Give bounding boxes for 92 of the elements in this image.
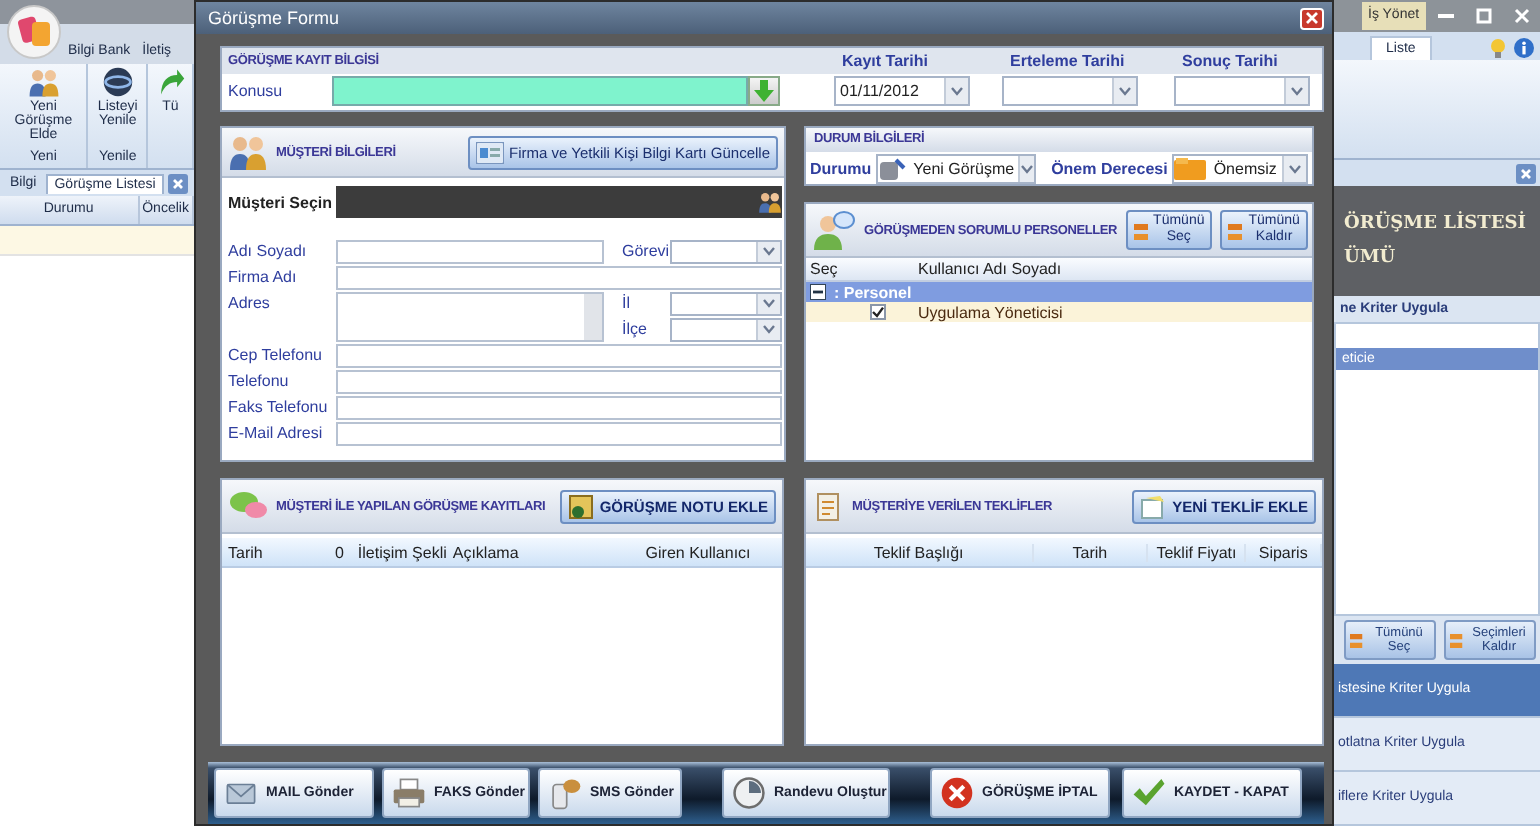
app-logo[interactable] <box>6 4 62 60</box>
field-label: Adres <box>228 292 272 312</box>
field-label: Müşteri Seçin <box>228 193 335 211</box>
note-icon <box>567 493 594 519</box>
dropdown-field[interactable]: Yeni Görüşme <box>875 154 1036 184</box>
caret-icon <box>1020 164 1035 174</box>
printer-icon <box>392 776 426 810</box>
date-field[interactable] <box>1174 76 1310 106</box>
clock-icon <box>732 776 766 810</box>
field-label: Durumu <box>810 160 872 178</box>
column-header[interactable]: İletişim Şekli <box>351 543 447 561</box>
table-cell: Uygulama Yöneticisi <box>918 303 1063 321</box>
column-header[interactable]: Seç <box>806 260 914 278</box>
column-header[interactable]: Tarih <box>222 543 318 561</box>
column-header[interactable]: Kullanıcı Adı Soyadı <box>914 260 1298 278</box>
people-icon <box>27 66 60 98</box>
person-icon <box>812 210 856 250</box>
checklist-icon <box>1133 221 1148 239</box>
chat-bubbles-icon <box>228 490 268 522</box>
field-label: Görevi <box>622 242 670 260</box>
people-icon <box>228 132 268 172</box>
collapse-icon[interactable] <box>810 284 826 300</box>
field-label: Erteleme Tarihi <box>1008 52 1127 70</box>
field-label: Sonuç Tarihi <box>1180 52 1280 70</box>
date-field[interactable]: 01/11/2012 <box>834 76 970 106</box>
close-icon[interactable] <box>1516 163 1536 184</box>
box-icon <box>1140 493 1167 519</box>
column-header[interactable]: Tarih <box>1033 543 1149 561</box>
caret-icon <box>762 246 776 256</box>
customer-picker[interactable] <box>336 186 782 218</box>
field-label: E-Mail Adresi <box>228 424 325 442</box>
arrow-down-icon <box>754 80 774 102</box>
field-label: Adı Soyadı <box>228 242 309 260</box>
people-icon <box>758 190 782 214</box>
caret-icon <box>950 86 964 96</box>
caret-icon <box>762 324 776 334</box>
input-field[interactable] <box>336 421 782 445</box>
panel-title: ÖRÜŞME LİSTESİ <box>1344 214 1528 235</box>
lightbulb-icon[interactable] <box>1487 37 1508 58</box>
caret-icon <box>1288 164 1302 174</box>
document-icon <box>812 490 844 522</box>
close-icon[interactable] <box>167 173 188 193</box>
info-icon[interactable] <box>1513 37 1534 58</box>
column-header[interactable]: Açıklama <box>446 543 640 561</box>
close-button[interactable] <box>1300 7 1324 29</box>
dropdown-field[interactable] <box>670 317 782 341</box>
field-label: Kayıt Tarihi <box>840 52 930 70</box>
column-header[interactable]: 0 <box>317 543 352 561</box>
field-label: Firma Adı <box>228 268 299 286</box>
mobile-phone-icon <box>548 776 582 810</box>
dropdown-field[interactable] <box>670 239 782 263</box>
dropdown-field[interactable]: Önemsiz <box>1171 154 1308 184</box>
cancel-icon <box>940 776 974 810</box>
globe-icon <box>101 66 134 98</box>
window-title: Görüşme Formu <box>208 8 340 28</box>
column-header[interactable]: Siparis <box>1246 543 1323 561</box>
input-field[interactable] <box>336 239 604 263</box>
minimize-icon <box>1437 13 1454 18</box>
address-field[interactable] <box>336 291 604 341</box>
checkbox[interactable] <box>870 304 886 320</box>
field-label: İl <box>622 294 632 312</box>
folder-icon <box>1173 158 1206 180</box>
field-label: Faks Telefonu <box>228 398 330 416</box>
id-card-icon <box>475 141 504 163</box>
subject-field[interactable] <box>332 76 748 106</box>
panel-subtitle: ÜMÜ <box>1344 248 1398 269</box>
checklist-icon <box>1228 221 1243 239</box>
dropdown-field[interactable] <box>670 291 782 315</box>
input-field[interactable] <box>336 343 782 367</box>
close-icon <box>1513 7 1530 24</box>
field-label: Önem Derecesi <box>1051 160 1168 178</box>
select-button[interactable] <box>748 76 780 106</box>
checklist-icon <box>1450 631 1464 650</box>
field-label: İlçe <box>622 320 649 338</box>
table-row[interactable] <box>0 226 194 256</box>
column-header[interactable]: Giren Kullanıcı <box>639 543 782 561</box>
caret-icon <box>1118 86 1132 96</box>
caret-icon <box>762 298 776 308</box>
input-field[interactable] <box>336 395 782 419</box>
input-field[interactable] <box>336 265 782 289</box>
maximize-icon <box>1475 7 1492 24</box>
close-icon <box>1306 12 1318 24</box>
date-field[interactable] <box>1002 76 1138 106</box>
column-header[interactable]: Teklif Başlığı <box>806 543 1034 561</box>
checklist-icon <box>1350 631 1364 650</box>
input-field[interactable] <box>336 369 782 393</box>
field-label: Konusu <box>228 82 285 100</box>
column-header[interactable]: Teklif Fiyatı <box>1148 543 1247 561</box>
field-label: Telefonu <box>228 372 291 390</box>
caret-icon <box>1290 86 1304 96</box>
field-label: Cep Telefonu <box>228 346 324 364</box>
checkmark-icon <box>1132 776 1166 810</box>
